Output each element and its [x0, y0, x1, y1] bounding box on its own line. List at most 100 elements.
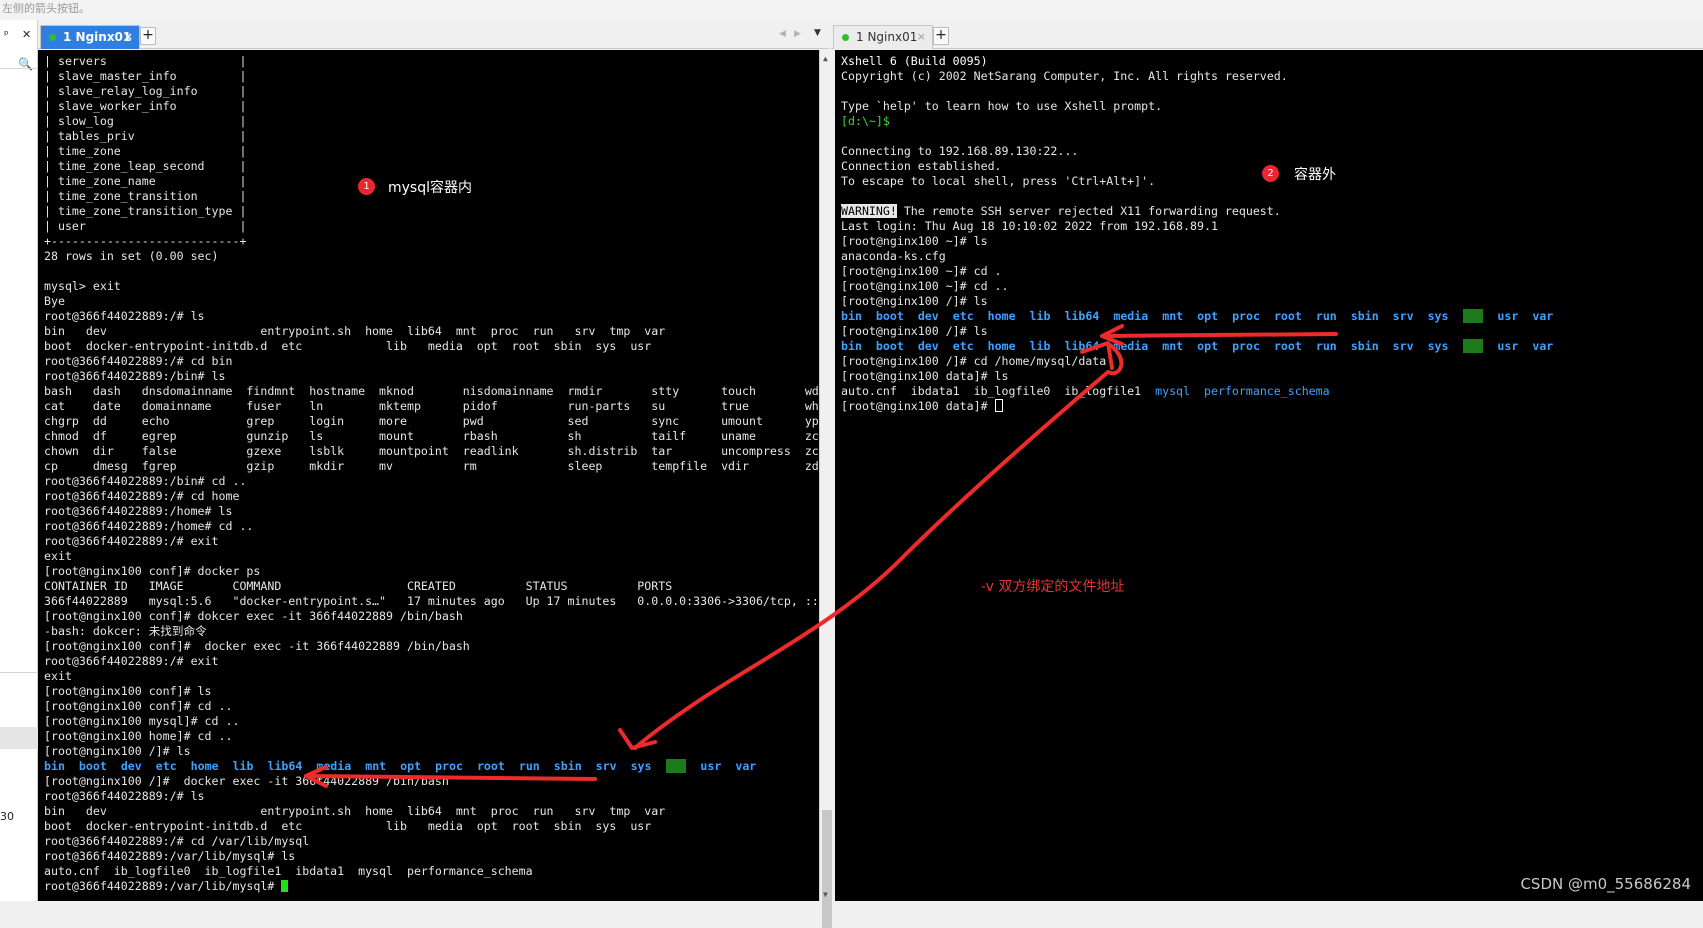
annotation-marker-1: 1 [358, 178, 375, 195]
terminal-line: exit [44, 669, 72, 683]
dir-entry-sbin: sbin [1350, 309, 1379, 323]
terminal-line: [root@nginx100 conf]# dokcer exec -it 36… [44, 609, 463, 623]
terminal-line: boot docker-entrypoint-initdb.d etc lib … [44, 819, 652, 833]
dir-entry-srv: srv [1392, 309, 1414, 323]
dir-entry-dev: dev [120, 759, 142, 773]
terminal-line: [root@nginx100 data]# ls [841, 369, 1009, 383]
scroll-down-icon[interactable]: ▼ [823, 890, 828, 899]
tab-close-icon[interactable]: × [917, 26, 926, 48]
tab-close-icon[interactable]: × [124, 26, 133, 48]
terminal-line: [d:\~]$ [841, 114, 890, 128]
dir-entry-var: var [1532, 339, 1554, 353]
terminal-line: cp dmesg fgrep gzip mkdir mv rm sleep te… [44, 459, 819, 473]
right-terminal-output: Xshell 6 (Build 0095) Copyright (c) 2002… [841, 54, 1553, 414]
annotation-volume-note: -v 双方绑定的文件地址 [981, 579, 1125, 595]
terminal-line: Type `help' to learn how to use Xshell p… [841, 99, 1163, 113]
terminal-line: bin dev entrypoint.sh home lib64 mnt pro… [44, 804, 666, 818]
scrollbar-thumb[interactable] [822, 810, 832, 928]
terminal-line: | user | [44, 219, 247, 233]
terminal-cursor [994, 399, 1003, 412]
prompt-text: [root@nginx100 data]# [841, 399, 995, 413]
new-tab-button[interactable]: + [140, 27, 156, 45]
dir-entry-bin: bin [841, 309, 862, 323]
terminal-line: [root@nginx100 conf]# cd .. [44, 699, 233, 713]
terminal-line: root@366f44022889:/home# cd .. [44, 519, 254, 533]
left-terminal-scrollbar[interactable]: ▲ ▼ [819, 50, 835, 928]
sidebar-divider [0, 68, 38, 69]
terminal-line: | tables_priv | [44, 129, 247, 143]
terminal-line: root@366f44022889:/# exit [44, 654, 219, 668]
terminal-line: root@366f44022889:/home# ls [44, 504, 233, 518]
terminal-line: chown dir false gzexe lsblk mountpoint r… [44, 444, 819, 458]
dir-entry-media: media [1113, 309, 1149, 323]
dir-entry-bin: bin [841, 339, 862, 353]
dir-entry-home: home [190, 759, 219, 773]
terminal-line: | slow_log | [44, 114, 247, 128]
dir-entry-etc: etc [952, 309, 974, 323]
dir-entry-media: media [1113, 339, 1149, 353]
dir-entry-run: run [518, 759, 540, 773]
dir-entry-dev: dev [917, 309, 939, 323]
terminal-cursor [281, 880, 289, 892]
tab-next-icon[interactable]: ▶ [794, 29, 801, 39]
dir-entry-var: var [735, 759, 757, 773]
dir-entry-boot: boot [875, 339, 904, 353]
dir-entry-home: home [987, 339, 1016, 353]
dir-entry-root: root [1273, 339, 1302, 353]
terminal-line: [root@nginx100 data]# [841, 399, 1553, 414]
dir-entry-root: root [476, 759, 505, 773]
left-tab-bar: 1 Nginx01 × + ◀ ▶ ▼ [38, 20, 829, 49]
dir-entry-usr: usr [1497, 339, 1519, 353]
terminal-line: [root@nginx100 ~]# cd .. [841, 279, 1009, 293]
tab-prev-icon[interactable]: ◀ [779, 29, 786, 39]
dir-entry-mnt: mnt [1162, 339, 1184, 353]
terminal-line: | time_zone_transition_type | [44, 204, 247, 218]
dir-entry-media: media [316, 759, 352, 773]
dir-entry-run: run [1315, 339, 1337, 353]
terminal-line: Connection established. [841, 159, 1002, 173]
terminal-line: [root@nginx100 /]# ls [44, 744, 191, 758]
dir-entry-var: var [1532, 309, 1554, 323]
dir-entry-sys: sys [1427, 309, 1449, 323]
terminal-line: root@366f44022889:/bin# cd .. [44, 474, 247, 488]
close-icon[interactable]: ✕ [22, 28, 31, 41]
data-dir-mysql: mysql [1155, 384, 1191, 398]
terminal-line: | servers | [44, 54, 247, 68]
top-hint-text: 左侧的箭头按钮。 [2, 2, 90, 15]
scroll-up-icon[interactable]: ▲ [823, 54, 828, 63]
tab-nginx01-right[interactable]: 1 Nginx01 × [833, 25, 933, 49]
terminal-line: CONTAINER ID IMAGE COMMAND CREATED STATU… [44, 579, 673, 593]
terminal-line: exit [44, 549, 72, 563]
new-tab-button[interactable]: + [933, 27, 949, 45]
dir-entry-run: run [1315, 309, 1337, 323]
terminal-line: [root@nginx100 conf]# docker exec -it 36… [44, 639, 470, 653]
terminal-line: Connecting to 192.168.89.130:22... [841, 144, 1079, 158]
terminal-line: [root@nginx100 home]# cd .. [44, 729, 233, 743]
terminal-line: Bye [44, 294, 65, 308]
dir-entry-bin: bin [44, 759, 65, 773]
terminal-line: bin boot dev etc home lib lib64 media mn… [44, 759, 819, 774]
dir-entry-sys: sys [630, 759, 652, 773]
dir-entry-sbin: sbin [553, 759, 582, 773]
terminal-line: bin dev entrypoint.sh home lib64 mnt pro… [44, 324, 666, 338]
terminal-line: anaconda-ks.cfg [841, 249, 946, 263]
top-hint-bar: 左侧的箭头按钮。 [0, 0, 1703, 20]
tab-label: 1 Nginx01 [63, 30, 132, 44]
data-files: auto.cnf ibdata1 ib_logfile0 ib_logfile1 [841, 384, 1156, 398]
tab-list-dropdown-icon[interactable]: ▼ [814, 28, 821, 38]
terminal-line: bash dash dnsdomainname findmnt hostname… [44, 384, 819, 398]
pin-icon[interactable]: ᵖ [4, 28, 9, 41]
dir-entry-root: root [1273, 309, 1302, 323]
terminal-line: root@366f44022889:/# ls [44, 789, 205, 803]
tab-nginx01-left[interactable]: 1 Nginx01 × [40, 25, 140, 49]
terminal-line: [root@nginx100 /]# docker exec -it 366f4… [44, 774, 449, 788]
terminal-line: [root@nginx100 /]# cd /home/mysql/data [841, 354, 1107, 368]
terminal-line: | slave_worker_info | [44, 99, 247, 113]
dir-entry-lib: lib [1029, 309, 1051, 323]
terminal-line: bin boot dev etc home lib lib64 media mn… [841, 339, 1553, 354]
terminal-line: 366f44022889 mysql:5.6 "docker-entrypoin… [44, 594, 819, 608]
dir-entry-lib: lib [1029, 339, 1051, 353]
terminal-line: root@366f44022889:/# exit [44, 534, 219, 548]
